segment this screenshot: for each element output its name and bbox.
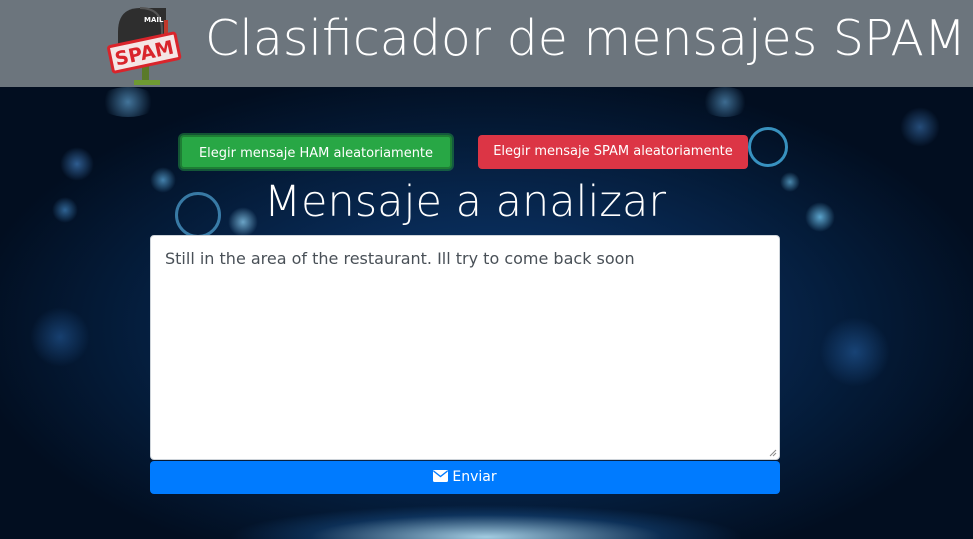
app-header: MAIL SPAM Clasificador de mensajes SPAM xyxy=(0,0,973,87)
bokeh-light xyxy=(98,87,158,117)
bokeh-light xyxy=(60,147,94,181)
message-textarea[interactable]: Still in the area of the restaurant. Ill… xyxy=(150,235,780,460)
bokeh-light xyxy=(820,317,890,387)
spam-mailbox-icon: MAIL SPAM xyxy=(107,7,182,85)
bokeh-light xyxy=(52,197,78,223)
svg-text:MAIL: MAIL xyxy=(144,16,164,24)
bokeh-light xyxy=(30,307,90,367)
bokeh-light xyxy=(805,202,835,232)
bokeh-light xyxy=(900,107,940,147)
message-text: Still in the area of the restaurant. Ill… xyxy=(165,249,635,268)
section-title: Mensaje a analizar xyxy=(263,177,667,227)
envelope-icon xyxy=(433,470,449,482)
app-title: Clasificador de mensajes SPAM xyxy=(205,10,967,67)
bokeh-light xyxy=(780,172,800,192)
send-label: Enviar xyxy=(452,469,497,485)
send-button[interactable]: Enviar xyxy=(150,461,780,494)
random-spam-button[interactable]: Elegir mensaje SPAM aleatoriamente xyxy=(478,135,748,169)
bokeh-light xyxy=(748,127,788,167)
random-ham-button[interactable]: Elegir mensaje HAM aleatoriamente xyxy=(180,135,452,169)
resize-handle-icon[interactable] xyxy=(769,449,777,457)
bokeh-light xyxy=(700,87,750,117)
